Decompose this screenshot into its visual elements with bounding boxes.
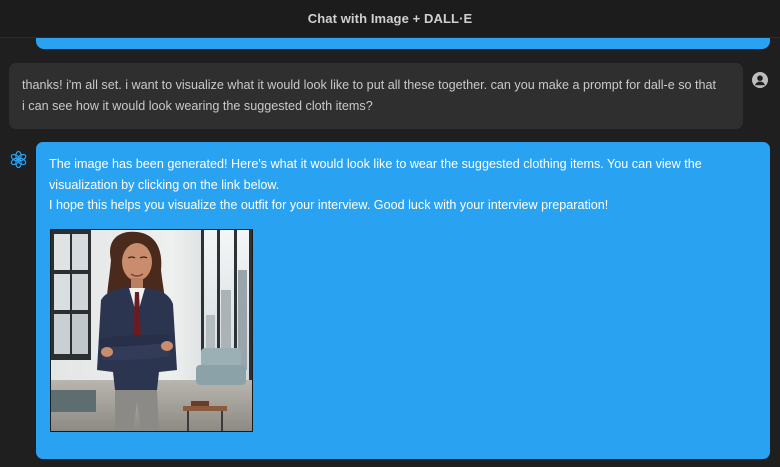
user-avatar-icon [752,72,768,88]
user-message-bubble: thanks! i'm all set. i want to visualize… [9,63,743,129]
assistant-message-line-1: The image has been generated! Here's wha… [49,157,702,192]
user-message-text: thanks! i'm all set. i want to visualize… [22,78,717,113]
generated-outfit-image[interactable] [50,229,253,432]
openai-logo-icon [9,150,28,169]
assistant-message-line-2: I hope this helps you visualize the outf… [49,198,609,212]
previous-assistant-message [36,38,770,49]
assistant-message-text: The image has been generated! Here's wha… [49,154,749,216]
window-title: Chat with Image + DALL·E [0,0,780,38]
assistant-message-bubble: The image has been generated! Here's wha… [36,142,770,459]
